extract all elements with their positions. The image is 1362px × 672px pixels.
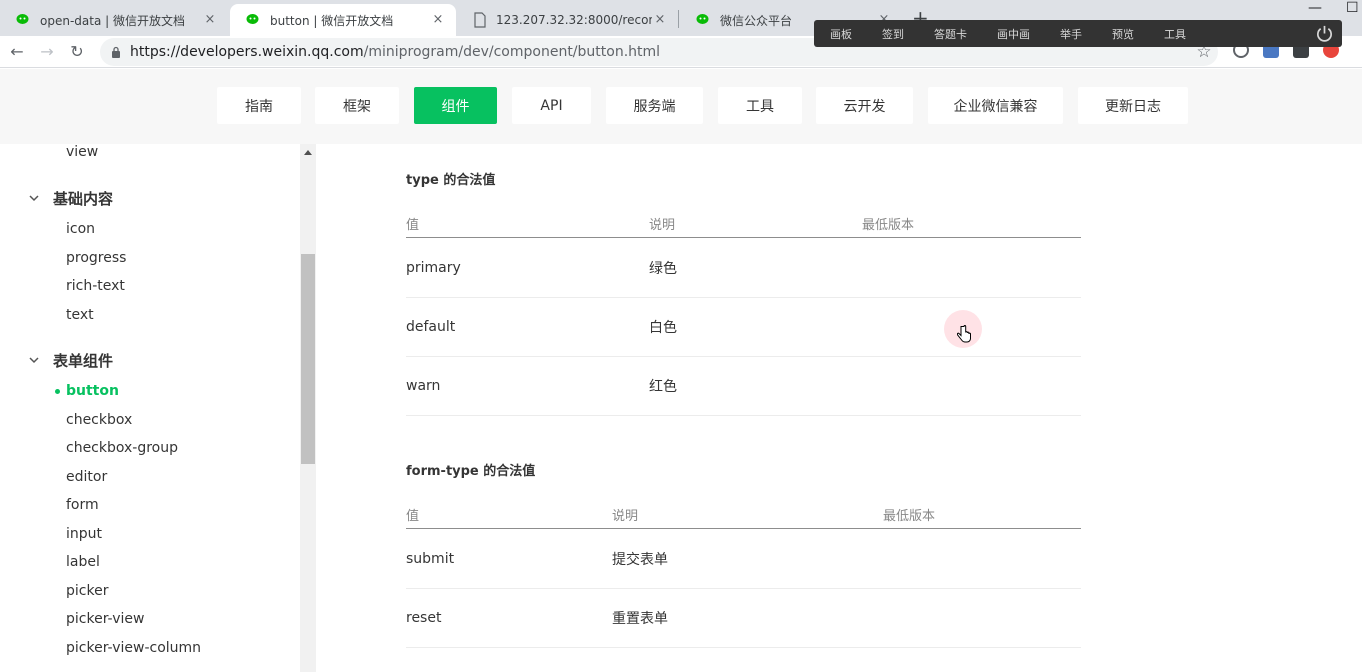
table-row: warn 红色 bbox=[406, 357, 1081, 416]
column-header-description: 说明 bbox=[649, 218, 676, 233]
recorder-item-signin[interactable]: 签到 bbox=[867, 26, 919, 42]
main-content: type 的合法值 值 说明 最低版本 primary 绿色 default 白… bbox=[316, 144, 1362, 672]
cell-value: warn bbox=[406, 378, 441, 394]
tab-recommend[interactable]: 123.207.32.32:8000/recommend × bbox=[456, 4, 678, 36]
minimize-button[interactable]: — bbox=[1308, 0, 1322, 16]
column-header-value: 值 bbox=[406, 218, 420, 233]
sidebar-item-picker-view[interactable]: picker-view bbox=[66, 611, 144, 627]
sidebar-item-editor[interactable]: editor bbox=[66, 469, 107, 485]
nav-components[interactable]: 组件 bbox=[414, 87, 497, 124]
wechat-icon bbox=[246, 14, 259, 24]
reload-button[interactable]: ↻ bbox=[67, 42, 87, 62]
cell-description: 提交表单 bbox=[612, 552, 668, 568]
close-tab-icon[interactable]: × bbox=[202, 12, 218, 28]
column-header-min-version: 最低版本 bbox=[883, 509, 936, 524]
active-indicator-dot bbox=[55, 389, 60, 394]
nav-cloud[interactable]: 云开发 bbox=[816, 87, 913, 124]
tab-separator bbox=[678, 10, 679, 28]
column-header-min-version: 最低版本 bbox=[862, 218, 915, 233]
cell-description: 红色 bbox=[649, 379, 677, 395]
tab-title: 123.207.32.32:8000/recommend bbox=[496, 13, 652, 27]
cell-value: primary bbox=[406, 260, 461, 276]
scroll-up-arrow-icon[interactable] bbox=[303, 148, 313, 156]
sidebar-item-label[interactable]: label bbox=[66, 554, 100, 570]
recorder-item-raise-hand[interactable]: 举手 bbox=[1045, 26, 1097, 42]
sidebar-item-button[interactable]: button bbox=[66, 383, 119, 399]
recorder-item-whiteboard[interactable]: 画板 bbox=[814, 26, 867, 42]
sidebar-item-form[interactable]: form bbox=[66, 497, 99, 513]
sidebar-item-rich-text[interactable]: rich-text bbox=[66, 278, 125, 294]
nav-framework[interactable]: 框架 bbox=[315, 87, 399, 124]
table-row: reset 重置表单 bbox=[406, 589, 1081, 648]
form-type-values-heading: form-type 的合法值 bbox=[406, 464, 536, 479]
sidebar-item-picker-view-column[interactable]: picker-view-column bbox=[66, 640, 201, 656]
power-icon[interactable] bbox=[1315, 24, 1334, 43]
tab-title: button | 微信开放文档 bbox=[270, 13, 394, 28]
nav-wecom-compat[interactable]: 企业微信兼容 bbox=[928, 87, 1063, 124]
recorder-item-answer-card[interactable]: 答题卡 bbox=[919, 26, 982, 42]
recorder-item-tools[interactable]: 工具 bbox=[1149, 26, 1201, 42]
lock-icon bbox=[112, 46, 120, 58]
cell-description: 绿色 bbox=[649, 261, 677, 277]
url-path: /miniprogram/dev/component/button.html bbox=[363, 44, 661, 60]
recorder-item-preview[interactable]: 预览 bbox=[1097, 26, 1149, 42]
form-type-table-header: 值 说明 最低版本 bbox=[406, 499, 1081, 529]
cell-description: 重置表单 bbox=[612, 611, 668, 627]
site-top-nav: 指南 框架 组件 API 服务端 工具 云开发 企业微信兼容 更新日志 bbox=[0, 69, 1362, 144]
wechat-icon bbox=[16, 14, 29, 24]
cell-description: 白色 bbox=[649, 320, 677, 336]
tab-title: open-data | 微信开放文档 bbox=[40, 13, 185, 28]
sidebar-item-checkbox-group[interactable]: checkbox-group bbox=[66, 440, 178, 456]
nav-server[interactable]: 服务端 bbox=[606, 87, 703, 124]
restore-button[interactable]: ☐ bbox=[1346, 0, 1359, 16]
hand-cursor-icon bbox=[957, 325, 971, 343]
sidebar-group-form-components[interactable]: 表单组件 bbox=[53, 350, 113, 371]
sidebar-item-picker[interactable]: picker bbox=[66, 583, 108, 599]
sidebar-item-view[interactable]: view bbox=[66, 144, 98, 160]
nav-tools[interactable]: 工具 bbox=[718, 87, 802, 124]
cell-value: submit bbox=[406, 551, 455, 567]
url-host: https://developers.weixin.qq.com bbox=[130, 44, 364, 60]
sidebar-item-input[interactable]: input bbox=[66, 526, 102, 542]
recorder-toolbar: 画板 签到 答题卡 画中画 举手 预览 工具 bbox=[814, 20, 1342, 47]
tab-button[interactable]: button | 微信开放文档 × bbox=[230, 4, 456, 36]
sidebar-item-checkbox[interactable]: checkbox bbox=[66, 412, 132, 428]
close-tab-icon[interactable]: × bbox=[652, 12, 668, 28]
sidebar-item-text[interactable]: text bbox=[66, 307, 94, 323]
back-button[interactable]: ← bbox=[7, 42, 27, 62]
sidebar: view 基础内容 icon progress rich-text text 表… bbox=[0, 144, 316, 672]
wechat-icon bbox=[696, 14, 709, 24]
forward-button[interactable]: → bbox=[37, 42, 57, 62]
table-row: submit 提交表单 bbox=[406, 530, 1081, 589]
cell-value: default bbox=[406, 319, 456, 335]
cell-value: reset bbox=[406, 610, 442, 626]
chevron-down-icon[interactable] bbox=[28, 354, 40, 366]
sidebar-group-basic-content[interactable]: 基础内容 bbox=[53, 188, 113, 209]
column-header-value: 值 bbox=[406, 509, 420, 524]
type-table-header: 值 说明 最低版本 bbox=[406, 208, 1081, 238]
type-values-heading: type 的合法值 bbox=[406, 173, 496, 188]
recorder-item-pip[interactable]: 画中画 bbox=[982, 26, 1045, 42]
nav-guide[interactable]: 指南 bbox=[217, 87, 301, 124]
sidebar-item-progress[interactable]: progress bbox=[66, 250, 126, 266]
scrollbar-thumb[interactable] bbox=[301, 254, 315, 464]
tab-open-data[interactable]: open-data | 微信开放文档 × bbox=[0, 4, 228, 36]
table-row: primary 绿色 bbox=[406, 239, 1081, 298]
nav-api[interactable]: API bbox=[512, 87, 591, 124]
chevron-down-icon[interactable] bbox=[28, 192, 40, 204]
close-tab-icon[interactable]: × bbox=[430, 12, 446, 28]
page-icon bbox=[474, 12, 486, 28]
column-header-description: 说明 bbox=[612, 509, 639, 524]
sidebar-item-icon[interactable]: icon bbox=[66, 221, 95, 237]
nav-changelog[interactable]: 更新日志 bbox=[1078, 87, 1188, 124]
